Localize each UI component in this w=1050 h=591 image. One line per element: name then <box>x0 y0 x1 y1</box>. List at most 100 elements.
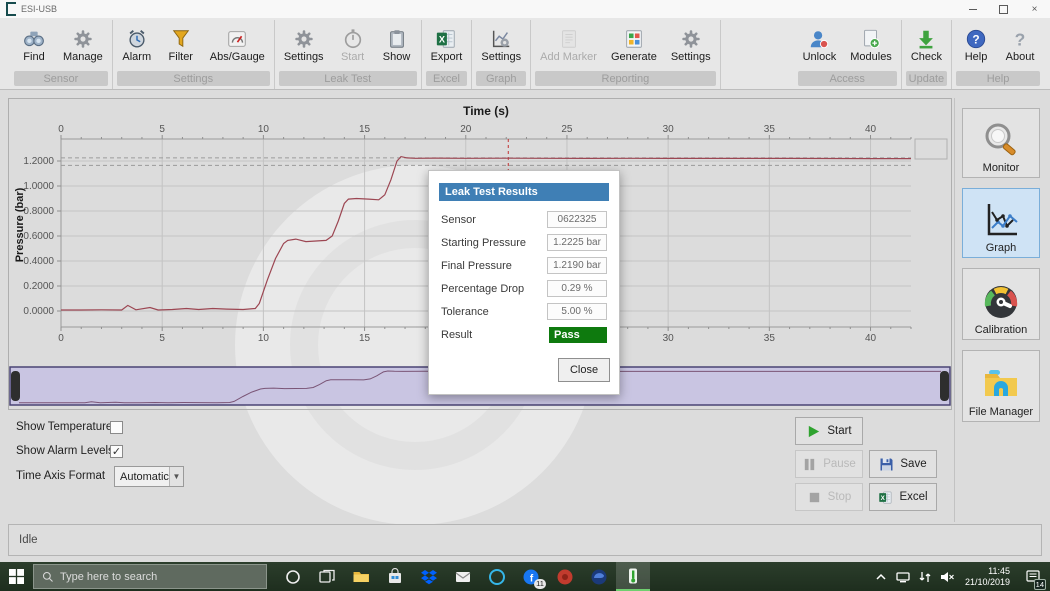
ribbon-button-help[interactable]: ?Help <box>954 26 998 65</box>
window-title: ESI-USB <box>21 4 57 14</box>
sidebar-item-graph[interactable]: Graph <box>962 188 1040 258</box>
taskbar-facebook-button[interactable]: f11 <box>514 562 548 591</box>
taskbar-clock[interactable]: 11:45 21/10/2019 <box>962 566 1013 587</box>
person-unlock-icon <box>808 28 830 50</box>
minimize-button[interactable] <box>957 0 988 18</box>
ribbon-button-settings[interactable]: Settings <box>664 26 718 65</box>
report-icon <box>623 28 645 50</box>
ribbon-button-about[interactable]: ?About <box>998 26 1042 65</box>
show-temperature-checkbox[interactable] <box>110 421 123 434</box>
ribbon-group-help: ?Help?AboutHelp <box>952 20 1044 89</box>
close-button[interactable]: Close <box>558 358 610 382</box>
sidebar-item-file-manager[interactable]: File Manager <box>962 350 1040 422</box>
ribbon-button-label: About <box>1006 51 1035 63</box>
close-window-button[interactable]: × <box>1019 0 1050 18</box>
ribbon-button-label: Abs/Gauge <box>210 51 265 63</box>
ribbon-button-filter[interactable]: Filter <box>159 26 203 65</box>
ribbon-toolbar: FindManageSensorAlarmFilterAbs/GaugeSett… <box>0 18 1050 90</box>
chevron-down-icon[interactable]: ▼ <box>169 467 183 486</box>
ribbon-group-sensor: FindManageSensor <box>10 20 113 89</box>
sidebar-item-label: Calibration <box>975 324 1028 336</box>
maximize-button[interactable] <box>988 0 1019 18</box>
graph-settings-icon <box>490 28 512 50</box>
time-axis-format-select[interactable]: Automatic ▼ <box>114 466 184 487</box>
taskbar-mail-button[interactable] <box>446 562 480 591</box>
ribbon-button-add-marker: Add Marker <box>533 26 604 65</box>
ribbon-button-label: Find <box>23 51 44 63</box>
dialog-field-value-tolerance[interactable] <box>547 303 607 320</box>
taskbar-task-view-button[interactable] <box>310 562 344 591</box>
excel-icon: X <box>435 28 457 50</box>
svg-text:X: X <box>439 34 446 44</box>
taskbar-search-input[interactable]: Type here to search <box>33 564 267 589</box>
taskbar-store-button[interactable] <box>378 562 412 591</box>
taskbar-cortana-ring-button[interactable] <box>276 562 310 591</box>
taskbar-file-explorer-button[interactable] <box>344 562 378 591</box>
tray-display-icon[interactable] <box>896 569 911 584</box>
ribbon-button-label: Filter <box>169 51 193 63</box>
svg-text:?: ? <box>972 32 979 46</box>
taskbar-red-app-button[interactable] <box>548 562 582 591</box>
svg-text:30: 30 <box>663 124 675 135</box>
ribbon-button-alarm[interactable]: Alarm <box>115 26 159 65</box>
action-center-button[interactable]: 14 <box>1020 562 1046 591</box>
sidebar-item-monitor[interactable]: Monitor <box>962 108 1040 178</box>
taskbar-alexa-button[interactable] <box>480 562 514 591</box>
dialog-field-value-final-pressure[interactable] <box>547 257 607 274</box>
binoculars-icon <box>23 28 45 50</box>
tray-chevron-up-icon[interactable] <box>874 569 889 584</box>
dialog-field-value-percentage-drop[interactable] <box>547 280 607 297</box>
taskbar-esi-app-button[interactable] <box>616 562 650 591</box>
dialog-field-value-sensor[interactable] <box>547 211 607 228</box>
ribbon-button-modules[interactable]: Modules <box>843 26 899 65</box>
ribbon-group-band-reporting: Reporting <box>535 71 715 86</box>
svg-text:30: 30 <box>663 333 675 344</box>
ribbon-group-reporting: Add Marker GenerateSettings Reporting <box>531 20 720 89</box>
ribbon-button-settings[interactable]: Settings <box>474 26 528 65</box>
dialog-field-label: Percentage Drop <box>441 283 524 295</box>
folder-icon <box>981 364 1021 404</box>
range-handle-right[interactable] <box>940 371 949 401</box>
system-tray: 11:45 21/10/2019 14 <box>874 562 1046 591</box>
dialog-row-sensor: Sensor <box>441 211 607 228</box>
time-axis-format-value: Automatic <box>115 471 169 483</box>
floppy-disk-icon <box>879 457 894 472</box>
ribbon-button-check[interactable]: Check <box>904 26 949 65</box>
tray-volume-muted-icon[interactable] <box>940 569 955 584</box>
ribbon-button-label: Add Marker <box>540 51 597 63</box>
ribbon-button-show[interactable]: Show <box>375 26 419 65</box>
start-button[interactable]: Start <box>795 417 863 445</box>
ribbon-button-find[interactable]: Find <box>12 26 56 65</box>
ribbon-button-settings[interactable]: Settings <box>277 26 331 65</box>
ribbon-button-manage[interactable]: Manage <box>56 26 110 65</box>
windows-start-button[interactable] <box>0 562 33 591</box>
pause-button: Pause <box>795 450 863 478</box>
taskbar-edge-app-button[interactable] <box>582 562 616 591</box>
sidebar-item-label: Monitor <box>983 162 1020 174</box>
ribbon-button-unlock[interactable]: Unlock <box>796 26 844 65</box>
gear-icon <box>293 28 315 50</box>
svg-text:1.0000: 1.0000 <box>23 181 54 192</box>
sidebar-item-label: Graph <box>986 242 1017 254</box>
show-alarm-levels-checkbox[interactable]: ✓ <box>110 445 123 458</box>
ribbon-group-leak-test: SettingsStartShowLeak Test <box>275 20 422 89</box>
ribbon-group-excel: XExportExcel <box>422 20 473 89</box>
sidebar-item-calibration[interactable]: Calibration <box>962 268 1040 340</box>
ribbon-group-band-graph: Graph <box>476 71 526 86</box>
svg-text:0.0000: 0.0000 <box>23 306 54 317</box>
svg-text:5: 5 <box>159 333 165 344</box>
ribbon-button-generate[interactable]: Generate <box>604 26 664 65</box>
taskbar-dropbox-button[interactable] <box>412 562 446 591</box>
svg-text:20: 20 <box>460 124 472 135</box>
svg-text:1.2000: 1.2000 <box>23 156 54 167</box>
excel-button[interactable]: X Excel <box>869 483 937 511</box>
dialog-result-label: Result <box>441 329 472 341</box>
tray-network-icon[interactable] <box>918 569 933 584</box>
ribbon-group-band-settings: Settings <box>117 71 270 86</box>
range-handle-left[interactable] <box>11 371 20 401</box>
ribbon-button-abs-gauge[interactable]: Abs/Gauge <box>203 26 272 65</box>
gauge-dial-icon <box>981 282 1021 322</box>
dialog-field-value-starting-pressure[interactable] <box>547 234 607 251</box>
ribbon-button-export[interactable]: XExport <box>424 26 470 65</box>
save-button[interactable]: Save <box>869 450 937 478</box>
